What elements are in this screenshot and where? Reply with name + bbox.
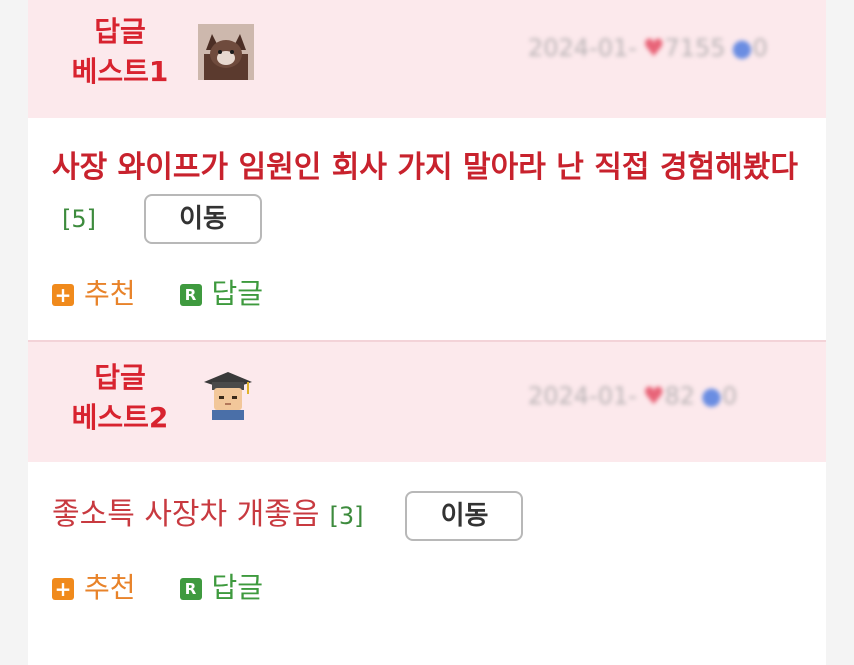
reply-action[interactable]: R 답글 bbox=[179, 272, 264, 312]
post-title-row: 좋소특 사장차 개좋음 [3] 이동 bbox=[52, 490, 812, 541]
move-button[interactable]: 이동 bbox=[144, 193, 262, 244]
best-label-line1: 답글 bbox=[94, 361, 146, 394]
heart-icon: ♥ bbox=[642, 34, 665, 62]
graduate-avatar-icon[interactable] bbox=[200, 368, 256, 424]
post-title-link[interactable]: 사장 와이프가 임원인 회사 가지 말아라 난 직접 경험해봤다 bbox=[52, 150, 798, 185]
best-label-line2: 베스트2 bbox=[71, 401, 169, 434]
post-title-link[interactable]: 좋소특 사장차 개좋음 bbox=[52, 497, 319, 532]
comment-count: [3] bbox=[329, 502, 364, 530]
best-label: 답글 베스트1 bbox=[50, 12, 190, 92]
reply-best-board: 답글 베스트1 2024-01- ♥7155 ●0 사장 와이프가 임원인 회사 가… bbox=[28, 0, 826, 665]
post-date: 2024-01- bbox=[528, 34, 637, 62]
move-button[interactable]: 이동 bbox=[405, 490, 524, 541]
post-meta: 2024-01- ♥7155 ●0 bbox=[528, 28, 818, 68]
plus-icon: + bbox=[52, 284, 74, 306]
reply-label: 답글 bbox=[211, 571, 264, 604]
best-header-1: 답글 베스트1 2024-01- ♥7155 ●0 bbox=[28, 0, 826, 118]
recommend-label: 추천 bbox=[84, 277, 136, 310]
thumbs-down-icon: ● bbox=[731, 34, 753, 62]
post-actions: + 추천 R 답글 bbox=[52, 566, 307, 606]
thumb-count: 0 bbox=[752, 34, 768, 62]
thumbs-down-icon: ● bbox=[701, 382, 722, 410]
comment-count: [5] bbox=[62, 205, 96, 233]
heart-icon: ♥ bbox=[642, 382, 665, 410]
plus-icon: + bbox=[52, 578, 74, 600]
heart-count: 82 bbox=[664, 382, 695, 410]
best-label-line1: 답글 bbox=[94, 15, 146, 48]
reply-action[interactable]: R 답글 bbox=[179, 566, 264, 606]
post-title-row: 사장 와이프가 임원인 회사 가지 말아라 난 직접 경험해봤다 [5] 이동 bbox=[52, 143, 812, 244]
post-date: 2024-01- bbox=[528, 382, 637, 410]
cat-avatar-icon[interactable] bbox=[198, 24, 254, 80]
heart-count: 7155 bbox=[664, 34, 726, 62]
best-header-2: 답글 베스트2 2024-01- ♥82 ●0 bbox=[28, 340, 826, 462]
best-label: 답글 베스트2 bbox=[50, 358, 190, 438]
reply-label: 답글 bbox=[211, 277, 264, 310]
best-label-line2: 베스트1 bbox=[71, 55, 169, 88]
thumb-count: 0 bbox=[721, 382, 738, 410]
post-actions: + 추천 R 답글 bbox=[52, 272, 307, 312]
reply-icon: R bbox=[179, 284, 202, 306]
recommend-label: 추천 bbox=[84, 571, 136, 604]
recommend-action[interactable]: + 추천 bbox=[52, 566, 136, 606]
recommend-action[interactable]: + 추천 bbox=[52, 272, 136, 312]
post-meta: 2024-01- ♥82 ●0 bbox=[528, 376, 818, 416]
reply-icon: R bbox=[179, 578, 202, 600]
